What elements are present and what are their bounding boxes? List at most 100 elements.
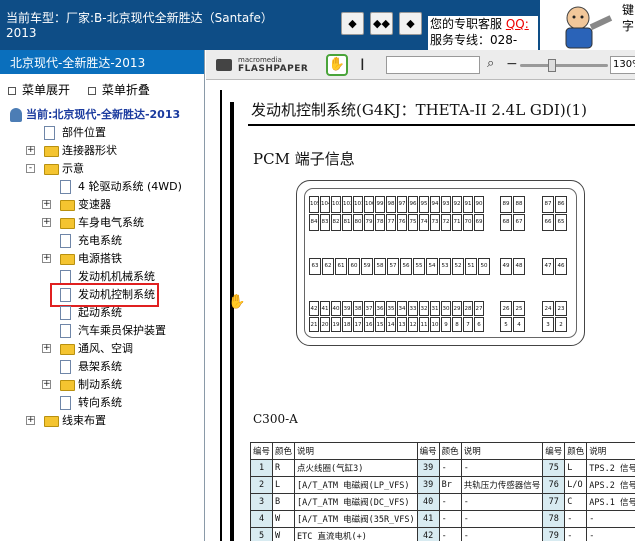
- pin-block-g: 42 41 40 39 38 37 36 35 34 33 32 31 30 29 28 27 21 20 19 18…: [309, 301, 484, 332]
- expand-toggle-icon[interactable]: +: [42, 380, 51, 389]
- connector-pin: 63: [309, 258, 321, 275]
- connector-pin: 26: [500, 301, 512, 316]
- connector-pin: 15: [375, 317, 385, 332]
- pin-block-h: 26 25 5 4: [500, 301, 525, 332]
- prev-page-button[interactable]: ◆: [341, 12, 364, 35]
- pin-block-f: 47 46: [542, 258, 567, 275]
- connector-pin: 8: [452, 317, 462, 332]
- header-side-text: 键 字: [622, 0, 635, 50]
- connector-pin: 91: [463, 196, 473, 213]
- table-cell: -: [438, 493, 462, 511]
- table-cell: 76: [542, 476, 566, 494]
- document-viewer: macromedia FLASHPAPER ✋ I ⌕ − 130% ✋ 发动机…: [206, 50, 635, 541]
- tree-item[interactable]: 部件位置: [0, 124, 204, 142]
- connector-pin: 19: [331, 317, 341, 332]
- search-icon[interactable]: ⌕: [487, 56, 494, 71]
- tree-item[interactable]: + 车身电气系统: [0, 214, 204, 232]
- connector-pin: 93: [441, 196, 451, 213]
- tree-list: 当前:北京现代-全新胜达-2013 部件位置 + 连接器形状 - 示意 4 轮驱动系统 (4…: [0, 106, 204, 430]
- tree-item[interactable]: 充电系统: [0, 232, 204, 250]
- tree-item[interactable]: 转向系统: [0, 394, 204, 412]
- connector-pin: 52: [452, 258, 464, 275]
- vehicle-title-line2: 2013: [6, 26, 37, 40]
- expand-toggle-icon[interactable]: +: [42, 200, 51, 209]
- table-cell: -: [438, 510, 462, 528]
- zoom-slider[interactable]: [520, 59, 608, 72]
- pcm-connector-diagram: 1051041031021011009998979695949392919084…: [296, 180, 585, 346]
- tree-actions: 菜单展开 菜单折叠: [0, 74, 204, 106]
- pin-block-i: 24 23 3 2: [542, 301, 567, 332]
- table-cell: -: [460, 459, 544, 477]
- connector-pin: 87: [542, 196, 554, 213]
- table-cell: 共轨压力传感器信号: [460, 476, 544, 494]
- expand-toggle-icon[interactable]: +: [42, 254, 51, 263]
- tree-item[interactable]: - 示意: [0, 160, 204, 178]
- table-header-cell: 颜色: [272, 442, 296, 460]
- connector-pin: 101: [353, 196, 363, 213]
- expand-toggle-icon[interactable]: +: [26, 416, 35, 425]
- zoom-level-field[interactable]: 130%: [610, 56, 635, 74]
- table-cell: -: [438, 459, 462, 477]
- tree-item-label: 电源搭铁: [78, 252, 122, 265]
- collapse-toggle-icon[interactable]: -: [26, 164, 35, 173]
- tree-item[interactable]: 发动机控制系统: [0, 283, 204, 307]
- connector-pin: 69: [474, 214, 484, 231]
- tree-item-label: 起动系统: [78, 306, 122, 319]
- pin-block-e: 49 48: [500, 258, 525, 275]
- connector-pin: 11: [419, 317, 429, 332]
- connector-pin: 60: [348, 258, 360, 275]
- tree-item[interactable]: + 线束布置: [0, 412, 204, 430]
- tree-item[interactable]: + 电源搭铁: [0, 250, 204, 268]
- expand-toggle-icon[interactable]: +: [42, 218, 51, 227]
- connector-pin: 25: [513, 301, 525, 316]
- vehicle-icon: [10, 108, 22, 122]
- tree-item[interactable]: + 通风、空调: [0, 340, 204, 358]
- pin-block-d: 63 62 61 60 59 58 57 56 55 54 53 52 51 50: [309, 258, 490, 275]
- connector-pin: 12: [408, 317, 418, 332]
- tree-item[interactable]: + 变速器: [0, 196, 204, 214]
- expand-all-button[interactable]: 菜单展开: [8, 81, 70, 98]
- hand-tool-button[interactable]: ✋: [326, 54, 348, 76]
- tree-item[interactable]: + 制动系统: [0, 376, 204, 394]
- table-row: 3 B [A/T_ATM 电磁阀(DC_VFS) 40- -77 C APS.1 信号: [250, 493, 635, 511]
- tree-item[interactable]: 4 轮驱动系统 (4WD): [0, 178, 204, 196]
- document-icon: [60, 306, 71, 320]
- expand-toggle-icon[interactable]: +: [26, 146, 35, 155]
- pin-block-c: 87 86 66 65: [542, 196, 567, 231]
- connector-pin: 68: [500, 214, 512, 231]
- folder-icon: [44, 164, 59, 175]
- text-select-tool[interactable]: I: [360, 55, 365, 74]
- connector-pin: 77: [386, 214, 396, 231]
- collapse-all-button[interactable]: 菜单折叠: [87, 81, 150, 98]
- tree-item[interactable]: 汽车乘员保护装置: [0, 322, 204, 340]
- table-cell: L: [564, 459, 588, 477]
- table-cell: -: [460, 510, 544, 528]
- tree-item[interactable]: 当前:北京现代-全新胜达-2013: [0, 106, 204, 124]
- zoom-out-icon[interactable]: −: [506, 56, 518, 72]
- table-cell: 78: [542, 510, 566, 528]
- collapse-all-label: 菜单折叠: [101, 83, 150, 97]
- table-cell: -: [438, 527, 462, 541]
- zoom-slider-handle[interactable]: [548, 59, 556, 72]
- expand-toggle-icon[interactable]: +: [42, 344, 51, 353]
- split-view-button[interactable]: ◆◆: [370, 12, 393, 35]
- table-cell: 40: [416, 493, 440, 511]
- pin-block-a: 10510410310210110099989796959493929190 84…: [309, 196, 484, 231]
- connector-pin: 82: [331, 214, 341, 231]
- table-cell: -: [586, 527, 635, 541]
- service-qq-link[interactable]: QQ:: [506, 17, 529, 31]
- tree-item[interactable]: 悬架系统: [0, 358, 204, 376]
- table-header-cell: 编号: [542, 442, 566, 460]
- connector-pin: 54: [426, 258, 438, 275]
- tree-item-label: 悬架系统: [78, 360, 122, 373]
- tree-panel-title: 北京现代-全新胜达-2013: [0, 50, 204, 74]
- connector-pin: 90: [474, 196, 484, 213]
- next-page-button[interactable]: ◆: [399, 12, 422, 35]
- table-cell: -: [460, 493, 544, 511]
- flashpaper-logo-icon: [216, 59, 232, 71]
- search-input[interactable]: [386, 56, 480, 74]
- tree-item[interactable]: + 连接器形状: [0, 142, 204, 160]
- table-cell: [A/T_ATM 电磁阀(DC_VFS): [294, 493, 418, 511]
- tree-item[interactable]: 起动系统: [0, 304, 204, 322]
- connector-pin: 4: [513, 317, 525, 332]
